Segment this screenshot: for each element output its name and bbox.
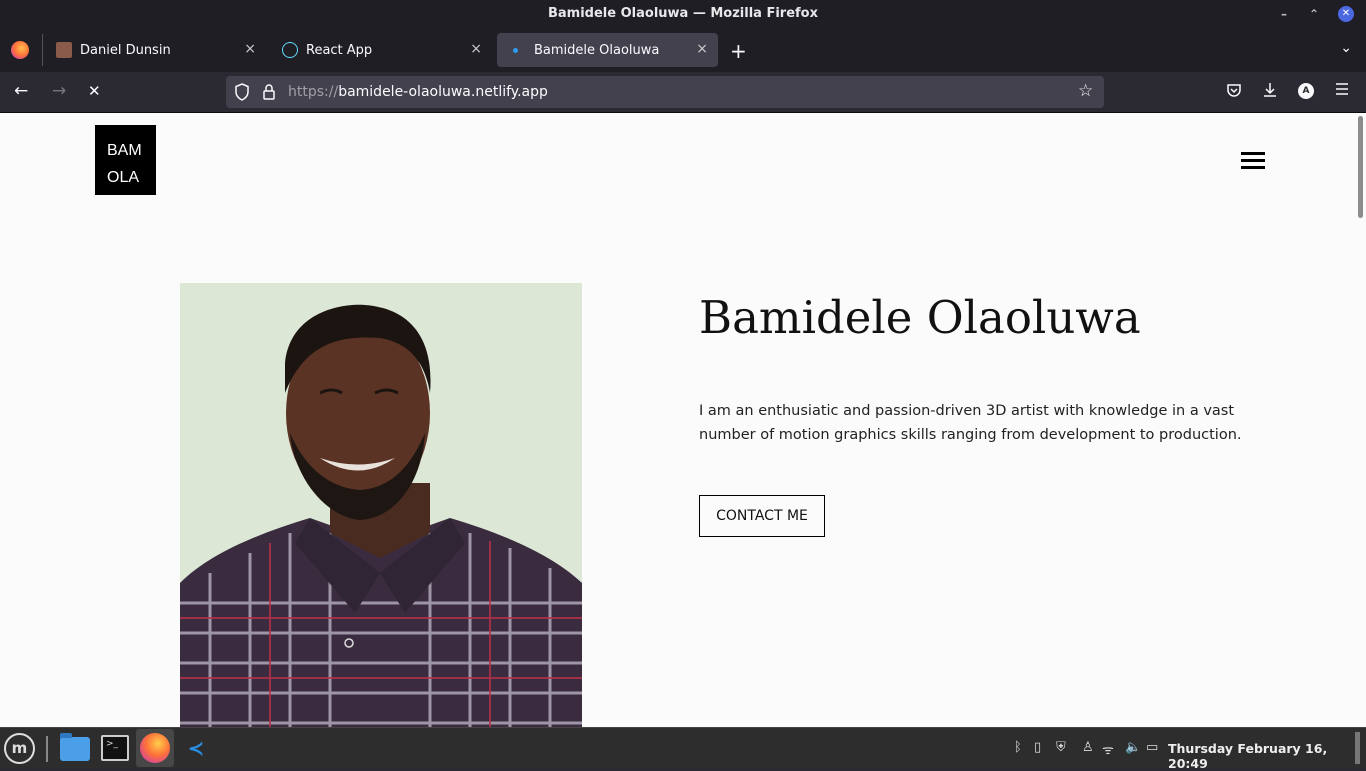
scrollbar-thumb[interactable] bbox=[1358, 116, 1363, 218]
profile-photo bbox=[180, 283, 582, 727]
file-manager-icon[interactable] bbox=[55, 729, 93, 767]
vscode-glyph: ≺ bbox=[187, 736, 205, 760]
tab-react-app[interactable]: React App × bbox=[272, 33, 492, 67]
page-viewport: BAM OLA Bamidele Olaoluwa I am an enthus… bbox=[0, 113, 1366, 727]
tab-bamidele-olaoluwa[interactable]: Bamidele Olaoluwa × bbox=[497, 33, 718, 67]
tab-label: Bamidele Olaoluwa bbox=[534, 42, 660, 58]
back-button[interactable]: ← bbox=[14, 81, 28, 101]
battery-icon[interactable]: ▭ bbox=[1146, 740, 1158, 755]
menu-hamburger-icon[interactable] bbox=[1335, 82, 1349, 100]
new-tab-button[interactable]: + bbox=[730, 39, 747, 63]
bluetooth-icon[interactable]: ᛒ bbox=[1014, 740, 1022, 755]
show-desktop-button[interactable] bbox=[1355, 732, 1360, 764]
tab-label: React App bbox=[306, 42, 373, 58]
tab-close-icon[interactable]: × bbox=[470, 41, 482, 57]
list-all-tabs-icon[interactable]: ⌄ bbox=[1340, 40, 1352, 56]
tab-daniel-dunsin[interactable]: Daniel Dunsin × bbox=[46, 33, 266, 67]
react-icon bbox=[282, 42, 298, 58]
taskbar-separator bbox=[46, 736, 48, 762]
usb-drive-icon[interactable]: ♙ bbox=[1082, 740, 1094, 755]
vscode-icon[interactable]: ≺ bbox=[176, 729, 214, 767]
account-avatar-icon[interactable]: A bbox=[1298, 83, 1314, 99]
volume-icon[interactable]: 🔈 bbox=[1125, 740, 1141, 755]
lock-icon[interactable] bbox=[262, 83, 276, 105]
downloads-icon[interactable] bbox=[1262, 82, 1278, 102]
taskbar-clock[interactable]: Thursday February 16, 20:49 bbox=[1168, 741, 1366, 771]
forward-button[interactable]: → bbox=[52, 81, 66, 101]
url-bar[interactable]: https://bamidele-olaoluwa.netlify.app ☆ bbox=[226, 76, 1104, 108]
start-menu-icon[interactable]: m bbox=[4, 733, 35, 764]
tab-close-icon[interactable]: × bbox=[244, 41, 256, 57]
page-scrollbar[interactable] bbox=[1354, 113, 1366, 727]
loading-dot-icon bbox=[513, 47, 518, 53]
close-icon[interactable]: ✕ bbox=[1338, 6, 1354, 22]
update-shield-icon[interactable]: ⛨ bbox=[1056, 740, 1066, 755]
url-text[interactable]: https://bamidele-olaoluwa.netlify.app bbox=[288, 84, 548, 100]
navigation-toolbar: ← → ✕ https://bamidele-olaoluwa.netlify.… bbox=[0, 72, 1366, 113]
url-host: bamidele-olaoluwa.netlify.app bbox=[338, 84, 548, 100]
window-titlebar: Bamidele Olaoluwa — Mozilla Firefox – ⌃ … bbox=[0, 0, 1366, 28]
firefox-taskbar-icon[interactable] bbox=[136, 729, 174, 767]
site-menu-icon[interactable] bbox=[1241, 152, 1265, 170]
tab-close-icon[interactable]: × bbox=[696, 41, 708, 57]
tracking-protection-shield-icon[interactable] bbox=[234, 83, 250, 105]
bookmark-star-icon[interactable]: ☆ bbox=[1078, 81, 1093, 101]
firefox-view-icon[interactable] bbox=[11, 41, 29, 59]
tab-separator bbox=[42, 34, 43, 66]
terminal-prompt: >_ bbox=[101, 735, 129, 761]
system-taskbar: m >_ ≺ ᛒ ▯ ⛨ ♙ ᯤ 🔈 ▭ Thursday February 1… bbox=[0, 727, 1366, 771]
terminal-icon[interactable]: >_ bbox=[96, 729, 134, 767]
minimize-icon[interactable]: – bbox=[1274, 4, 1294, 24]
portrait-favicon-icon bbox=[56, 42, 72, 58]
window-title: Bamidele Olaoluwa — Mozilla Firefox bbox=[548, 6, 818, 21]
logo-line-2: OLA bbox=[107, 169, 140, 186]
clipboard-icon[interactable]: ▯ bbox=[1034, 740, 1041, 755]
contact-me-button[interactable]: CONTACT ME bbox=[699, 495, 825, 537]
hero-bio: I am an enthusiatic and passion-driven 3… bbox=[699, 403, 1242, 443]
tab-strip: Daniel Dunsin × React App × Bamidele Ola… bbox=[0, 28, 1366, 72]
logo-line-1: BAM bbox=[107, 142, 142, 159]
stop-loading-button[interactable]: ✕ bbox=[88, 82, 101, 100]
site-logo[interactable]: BAM OLA bbox=[95, 125, 156, 195]
wifi-icon[interactable]: ᯤ bbox=[1102, 740, 1114, 758]
url-protocol: https:// bbox=[288, 84, 339, 100]
pocket-icon[interactable] bbox=[1226, 82, 1242, 102]
tab-label: Daniel Dunsin bbox=[80, 42, 171, 58]
hero-name: Bamidele Olaoluwa bbox=[699, 291, 1141, 344]
maximize-icon[interactable]: ⌃ bbox=[1304, 4, 1324, 24]
